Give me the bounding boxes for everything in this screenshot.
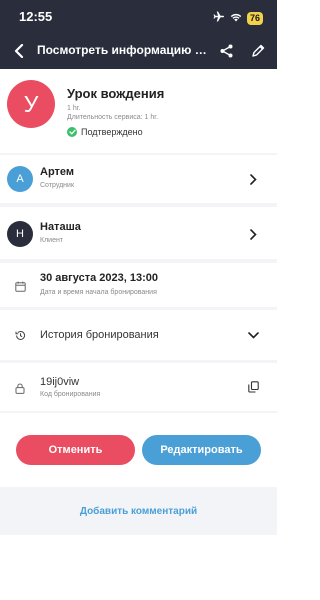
- status-icons: 76: [213, 9, 263, 27]
- lock-icon: [14, 382, 26, 394]
- share-icon[interactable]: [216, 41, 236, 61]
- add-comment-link[interactable]: Добавить комментарий: [80, 506, 197, 517]
- calendar-icon: [14, 280, 26, 292]
- employee-role: Сотрудник: [40, 182, 75, 189]
- edit-button[interactable]: Редактировать: [142, 435, 261, 465]
- check-circle-icon: [67, 127, 77, 137]
- nav-bar: Посмотреть информацию о ...: [0, 33, 277, 69]
- service-avatar: У: [7, 80, 55, 128]
- client-role: Клиент: [40, 237, 64, 244]
- booking-history-row[interactable]: История бронирования: [0, 310, 277, 360]
- chevron-right-icon: [246, 227, 260, 241]
- booking-start-row: 30 августа 2023, 13:00 Дата и время нача…: [0, 263, 277, 307]
- status-bar: 12:55 76: [0, 0, 277, 33]
- pencil-icon[interactable]: [248, 41, 268, 61]
- airplane-icon: [213, 9, 225, 27]
- booking-start-label: Дата и время начала бронирования: [40, 289, 157, 296]
- service-duration-label: Длительность сервиса: 1 hr.: [67, 114, 159, 121]
- client-avatar: Н: [7, 221, 33, 247]
- client-row[interactable]: Н Наташа Клиент: [0, 207, 277, 259]
- booking-start-value: 30 августа 2023, 13:00: [40, 272, 158, 284]
- chevron-down-icon: [246, 328, 260, 342]
- service-duration: 1 hr.: [67, 105, 81, 112]
- page-title: Посмотреть информацию о ...: [37, 43, 209, 57]
- booking-history-label: История бронирования: [40, 329, 159, 341]
- battery-indicator: 76: [246, 11, 263, 25]
- employee-avatar: А: [7, 166, 33, 192]
- comment-section: Добавить комментарий: [0, 487, 277, 535]
- employee-name: Артем: [40, 166, 75, 178]
- chevron-right-icon: [246, 172, 260, 186]
- status-time: 12:55: [19, 9, 53, 24]
- service-card: У Урок вождения 1 hr. Длительность серви…: [0, 69, 277, 153]
- history-icon: [14, 329, 26, 341]
- client-name: Наташа: [40, 221, 81, 233]
- service-name: Урок вождения: [67, 86, 165, 101]
- back-arrow-icon[interactable]: [9, 41, 29, 61]
- booking-code-row: 19ij0viw Код бронирования: [0, 363, 277, 411]
- wifi-icon: [230, 9, 242, 27]
- status-text: Подтверждено: [81, 127, 143, 137]
- booking-code-value: 19ij0viw: [40, 376, 80, 388]
- employee-row[interactable]: А Артем Сотрудник: [0, 155, 277, 203]
- status-badge: Подтверждено: [67, 127, 143, 137]
- booking-code-label: Код бронирования: [40, 391, 101, 398]
- cancel-button[interactable]: Отменить: [16, 435, 135, 465]
- copy-icon[interactable]: [246, 380, 260, 394]
